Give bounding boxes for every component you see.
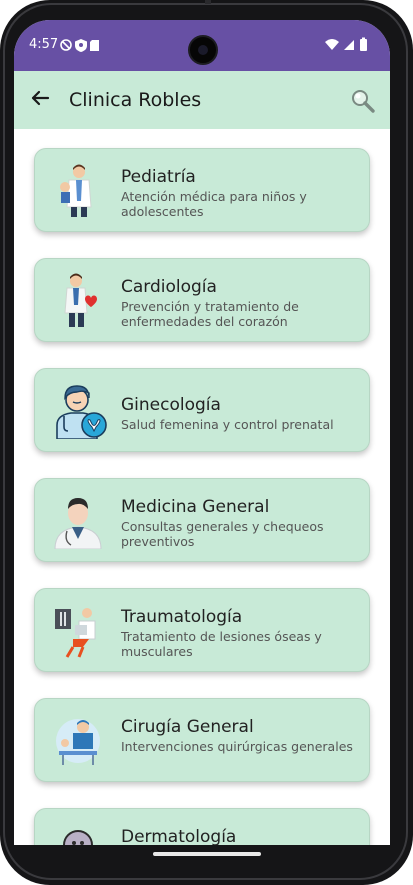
specialty-card-cardiologia[interactable]: Cardiología Prevención y tratamiento de … <box>34 258 370 342</box>
general-practitioner-icon <box>54 498 102 549</box>
specialty-description: Intervenciones quirúrgicas generales <box>121 739 353 754</box>
specialty-card-dermatologia[interactable]: Dermatología <box>34 808 370 845</box>
battery-cap <box>362 37 365 40</box>
wifi-icon <box>325 39 339 50</box>
home-indicator[interactable] <box>153 852 261 856</box>
vpn-icon <box>60 39 72 51</box>
specialty-title: Ginecología <box>121 395 221 415</box>
gynecologist-icon <box>56 385 107 439</box>
specialty-title: Dermatología <box>121 827 237 845</box>
status-notification-icons <box>60 39 99 52</box>
signal-icon <box>344 40 354 50</box>
app-title: Clinica Robles <box>69 89 202 111</box>
arrow-back-icon[interactable] <box>30 88 50 108</box>
specialty-description: Salud femenina y control prenatal <box>121 417 334 432</box>
front-camera <box>188 35 218 65</box>
cardiologist-icon <box>64 273 97 327</box>
side-button-top <box>205 0 211 4</box>
specialty-title: Cardiología <box>121 277 217 297</box>
specialty-title: Traumatología <box>121 607 243 627</box>
specialty-card-traumatologia[interactable]: Traumatología Tratamiento de lesiones ós… <box>34 588 370 672</box>
specialty-card-pediatria[interactable]: Pediatría Atención médica para niños y a… <box>34 148 370 232</box>
specialty-title: Cirugía General <box>121 717 254 737</box>
specialty-description: Atención médica para niños y adolescente… <box>121 189 307 219</box>
pediatrician-icon <box>60 164 92 217</box>
phone-frame: 4:57 Clinica Robles Pediatría Atención m… <box>0 0 413 885</box>
specialty-card-cirugia-general[interactable]: Cirugía General Intervenciones quirúrgic… <box>34 698 370 782</box>
traumatologist-icon <box>55 608 96 658</box>
search-icon[interactable] <box>350 88 376 114</box>
specialty-description: Consultas generales y chequeos preventiv… <box>121 519 324 549</box>
status-bar: 4:57 <box>14 20 390 71</box>
specialty-description: Tratamiento de lesiones óseas y muscular… <box>121 629 322 659</box>
specialty-description: Prevención y tratamiento de enfermedades… <box>121 299 299 329</box>
surgeon-icon <box>56 719 100 765</box>
app-bar: Clinica Robles <box>14 71 390 129</box>
shield-icon <box>75 39 87 52</box>
battery-icon <box>360 39 367 51</box>
specialty-title: Medicina General <box>121 497 270 517</box>
status-system-icons <box>325 37 367 51</box>
specialty-list[interactable]: Pediatría Atención médica para niños y a… <box>14 129 390 845</box>
screen: 4:57 Clinica Robles Pediatría Atención m… <box>14 20 390 845</box>
specialty-title: Pediatría <box>121 167 196 187</box>
specialty-card-ginecologia[interactable]: Ginecología Salud femenina y control pre… <box>34 368 370 452</box>
specialty-card-medicina-general[interactable]: Medicina General Consultas generales y c… <box>34 478 370 562</box>
status-time: 4:57 <box>29 37 59 52</box>
dermatologist-icon <box>63 830 93 845</box>
sd-card-icon <box>90 40 99 51</box>
